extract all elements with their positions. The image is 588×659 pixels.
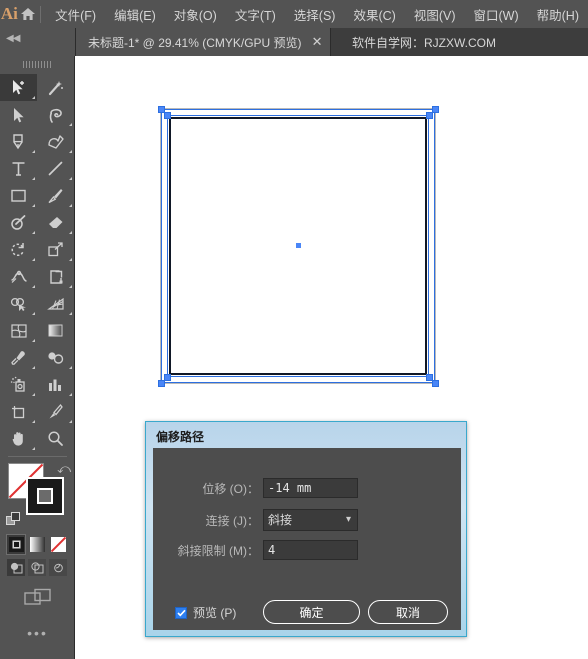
offset-distance-label: 位移 (O)： (202, 481, 259, 496)
close-icon[interactable]: ✕ (312, 35, 323, 48)
draw-inside-mode[interactable] (49, 559, 67, 576)
preview-checkbox-row[interactable]: 预览 (P) (175, 604, 236, 621)
preview-checkbox[interactable] (175, 606, 187, 619)
path-anchor-top-right[interactable] (426, 112, 433, 119)
ai-logo: Ai (0, 4, 18, 23)
menu-item-edit[interactable]: 编辑(E) (105, 2, 165, 27)
zoom-tool[interactable] (37, 425, 74, 452)
gradient-fill-mode[interactable] (28, 535, 46, 554)
paintbrush-tool[interactable] (37, 182, 74, 209)
lasso-tool[interactable] (37, 101, 74, 128)
offset-distance-row: 位移 (O)： (153, 478, 358, 498)
home-icon[interactable] (19, 0, 38, 28)
mesh-tool[interactable] (0, 317, 37, 344)
line-segment-tool[interactable] (37, 155, 74, 182)
menu-item-help[interactable]: 帮助(H) (528, 2, 588, 27)
blend-tool[interactable] (37, 344, 74, 371)
offset-path-dialog: 偏移路径 位移 (O)： 连接 (J)： 斜接 圆角 斜角 ▾ 斜接限制 (145, 421, 467, 637)
joins-row: 连接 (J)： 斜接 圆角 斜角 ▾ (153, 509, 358, 531)
menu-item-type[interactable]: 文字(T) (226, 2, 285, 27)
fill-stroke-swatches: ⤺ (0, 461, 75, 533)
rotate-tool[interactable] (0, 236, 37, 263)
miter-limit-field[interactable] (263, 540, 358, 560)
panel-drag-handle[interactable] (0, 56, 75, 72)
menu-item-window[interactable]: 窗口(W) (465, 2, 528, 27)
fill-mode-buttons (0, 534, 74, 555)
menu-items: 文件(F) 编辑(E) 对象(O) 文字(T) 选择(S) 效果(C) 视图(V… (46, 2, 588, 27)
more-tools-icon[interactable]: ••• (0, 622, 75, 644)
curvature-tool[interactable] (37, 128, 74, 155)
path-anchor-bottom-right[interactable] (426, 374, 433, 381)
menu-item-file[interactable]: 文件(F) (46, 2, 105, 27)
eyedropper-tool[interactable] (0, 344, 37, 371)
tool-panel-header: ◀◀ (0, 28, 76, 56)
dialog-body: 位移 (O)： 连接 (J)： 斜接 圆角 斜角 ▾ 斜接限制 (M)： (153, 448, 461, 630)
joins-label: 连接 (J)： (205, 513, 259, 528)
slice-tool[interactable] (37, 398, 74, 425)
default-fill-stroke-icon (6, 512, 20, 525)
swap-fill-stroke-icon[interactable]: ⤺ (57, 461, 71, 477)
joins-select[interactable]: 斜接 圆角 斜角 (263, 509, 358, 531)
draw-behind-mode[interactable] (28, 559, 46, 576)
menu-item-object[interactable]: 对象(O) (165, 2, 226, 27)
none-fill-mode[interactable] (49, 535, 67, 554)
offset-distance-field[interactable] (263, 478, 358, 498)
tool-grid (0, 74, 74, 452)
dialog-title: 偏移路径 (156, 430, 205, 444)
direct-selection-tool[interactable] (0, 101, 37, 128)
tools-panel: ⤺ ••• (0, 56, 75, 659)
shape-builder-tool[interactable] (0, 290, 37, 317)
selection-handle-bottom-left[interactable] (158, 380, 165, 387)
draw-mode-buttons (0, 559, 74, 576)
document-tab-title: 未标题-1* @ 29.41% (CMYK/GPU 预览) (88, 35, 302, 50)
site-watermark-label: 软件自学网：RJZXW.COM (352, 35, 496, 50)
illustrator-window: Ai 文件(F) 编辑(E) 对象(O) 文字(T) 选择(S) 效果(C) 视… (0, 0, 588, 659)
document-tab-bar: ◀◀ 未标题-1* @ 29.41% (CMYK/GPU 预览) ✕ 软件自学网… (0, 28, 588, 56)
preview-label: 预览 (P) (193, 606, 237, 620)
miter-limit-label: 斜接限制 (M)： (177, 543, 259, 558)
draw-normal-mode[interactable] (7, 559, 25, 576)
width-tool[interactable] (0, 263, 37, 290)
object-center-point (296, 243, 301, 248)
color-fill-mode[interactable] (6, 534, 26, 555)
type-tool[interactable] (0, 155, 37, 182)
eraser-tool[interactable] (37, 209, 74, 236)
menu-item-effect[interactable]: 效果(C) (344, 2, 404, 27)
menu-item-select[interactable]: 选择(S) (285, 2, 345, 27)
stroke-swatch[interactable] (26, 477, 64, 515)
path-anchor-bottom-left[interactable] (164, 374, 171, 381)
menu-divider (39, 5, 41, 23)
pen-tool[interactable] (0, 128, 37, 155)
menu-bar: Ai 文件(F) 编辑(E) 对象(O) 文字(T) 选择(S) 效果(C) 视… (0, 0, 588, 28)
selection-handle-bottom-right[interactable] (432, 380, 439, 387)
document-tab[interactable]: 未标题-1* @ 29.41% (CMYK/GPU 预览) ✕ (76, 28, 332, 56)
symbol-sprayer-tool[interactable] (0, 371, 37, 398)
artboard-tool[interactable] (0, 398, 37, 425)
path-anchor-top-left[interactable] (164, 112, 171, 119)
perspective-grid-tool[interactable] (37, 290, 74, 317)
gradient-tool[interactable] (37, 317, 74, 344)
ok-button[interactable]: 确定 (263, 600, 360, 624)
tool-divider (7, 456, 67, 457)
selection-handle-top-right[interactable] (432, 106, 439, 113)
screen-mode-icon[interactable] (0, 584, 75, 614)
double-chevron-left-icon[interactable]: ◀◀ (6, 34, 20, 44)
free-transform-tool[interactable] (37, 263, 74, 290)
hand-tool[interactable] (0, 425, 37, 452)
cancel-button[interactable]: 取消 (368, 600, 448, 624)
menu-item-view[interactable]: 视图(V) (405, 2, 465, 27)
shaper-tool[interactable] (0, 209, 37, 236)
scale-tool[interactable] (37, 236, 74, 263)
column-graph-tool[interactable] (37, 371, 74, 398)
selection-plus-tool[interactable] (0, 74, 37, 101)
rectangle-tool[interactable] (0, 182, 37, 209)
miter-limit-row: 斜接限制 (M)： (153, 540, 358, 560)
magic-wand-tool[interactable] (37, 74, 74, 101)
